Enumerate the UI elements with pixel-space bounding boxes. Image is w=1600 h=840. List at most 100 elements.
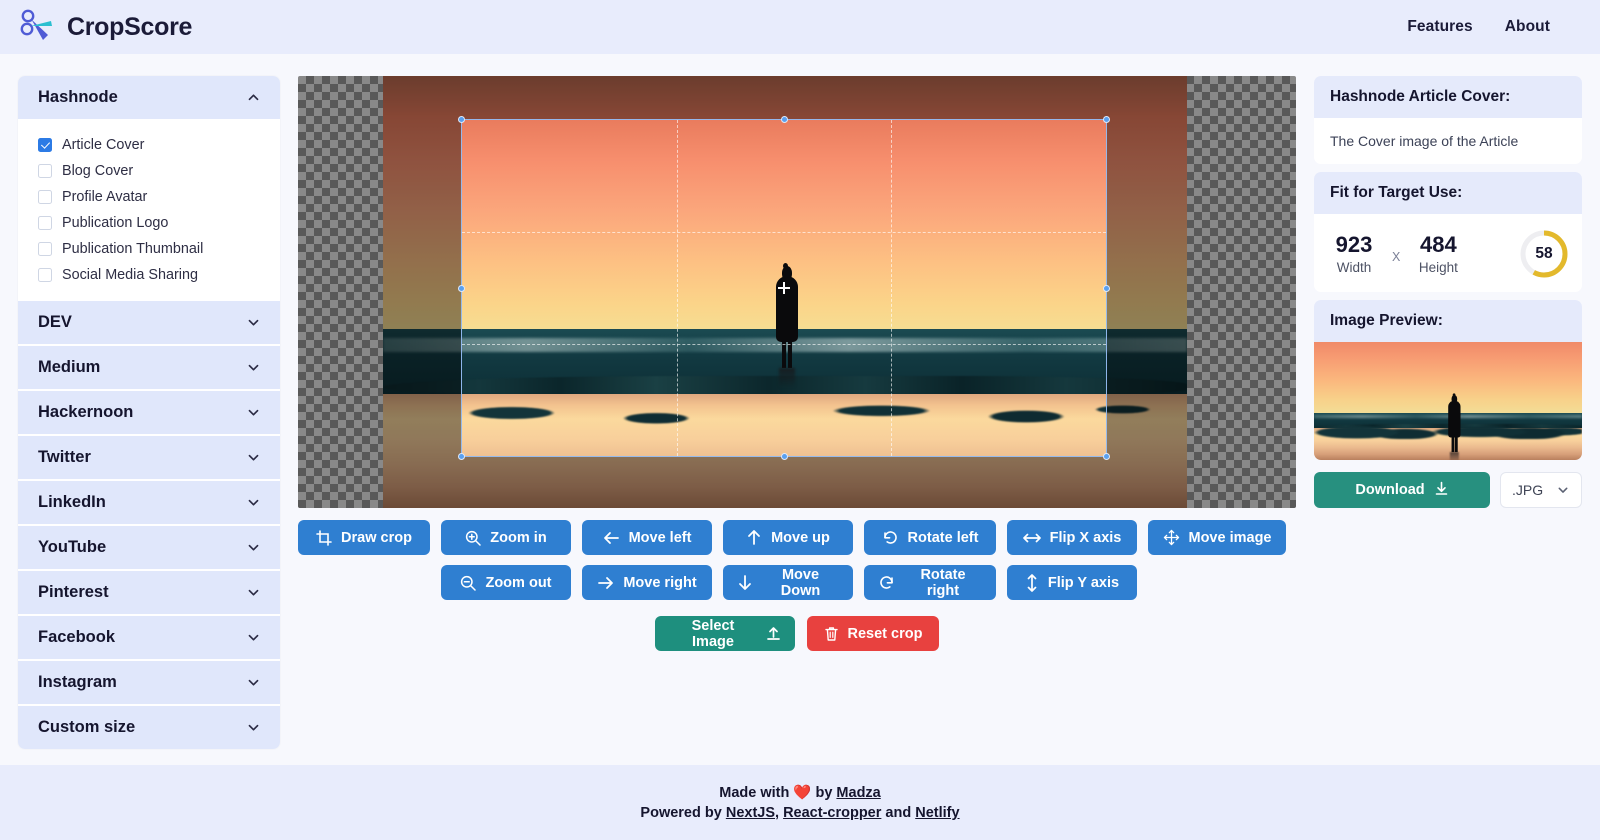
nav-link-features[interactable]: Features (1407, 18, 1472, 36)
sidebar-group-hackernoon[interactable]: Hackernoon (18, 391, 280, 436)
sidebar-group-label: Custom size (38, 718, 136, 736)
checkbox-social-media-sharing[interactable] (38, 268, 52, 282)
sidebar-option-blog-cover[interactable]: Blog Cover (18, 158, 280, 184)
button-label: Download (1355, 482, 1425, 498)
trash-icon (824, 626, 839, 642)
button-label: Move left (628, 529, 692, 546)
scissors-icon (18, 7, 56, 48)
platform-sidebar: Hashnode Article Cover Blog Cover Profil… (18, 76, 280, 749)
format-select[interactable]: .JPG (1500, 472, 1582, 508)
crop-handle-top-left[interactable] (458, 116, 465, 123)
sidebar-group-medium[interactable]: Medium (18, 346, 280, 391)
sidebar-group-youtube[interactable]: YouTube (18, 526, 280, 571)
zoom-in-button[interactable]: Zoom in (441, 520, 571, 555)
sidebar-group-dev[interactable]: DEV (18, 301, 280, 346)
fit-card: Fit for Target Use: 923 Width X 484 Heig… (1314, 172, 1582, 292)
crop-handle-top-right[interactable] (1103, 116, 1110, 123)
preview-title: Image Preview: (1314, 300, 1582, 342)
chevron-down-icon (247, 631, 260, 644)
zoom-out-icon (460, 575, 477, 591)
draw-crop-button[interactable]: Draw crop (298, 520, 430, 555)
chevron-down-icon (1557, 484, 1570, 497)
checkbox-blog-cover[interactable] (38, 164, 52, 178)
crop-handle-bottom-center[interactable] (780, 453, 788, 460)
footer-powered-line: Powered by NextJS, React-cropper and Net… (640, 805, 959, 821)
move-right-button[interactable]: Move right (582, 565, 712, 600)
sidebar-option-publication-thumbnail[interactable]: Publication Thumbnail (18, 236, 280, 262)
chevron-down-icon (247, 541, 260, 554)
checkbox-publication-thumbnail[interactable] (38, 242, 52, 256)
footer-sep-1: , (775, 805, 784, 821)
crop-handle-top-center[interactable] (780, 116, 788, 123)
crop-handle-middle-left[interactable] (458, 284, 465, 292)
target-card: Hashnode Article Cover: The Cover image … (1314, 76, 1582, 164)
sidebar-group-custom-size[interactable]: Custom size (18, 706, 280, 749)
fit-title: Fit for Target Use: (1314, 172, 1582, 214)
toolbar-row-2: Zoom out Move right Move Down Rotate rig… (298, 565, 1296, 600)
flip-vertical-icon (1025, 573, 1039, 592)
crop-center-crosshair-icon (778, 282, 790, 294)
sidebar-option-label: Article Cover (62, 137, 145, 153)
sidebar-group-pinterest[interactable]: Pinterest (18, 571, 280, 616)
footer-made-with: Made with (719, 785, 794, 801)
rotate-left-button[interactable]: Rotate left (864, 520, 996, 555)
preview-card: Image Preview: (1314, 300, 1582, 460)
rotate-right-button[interactable]: Rotate right (864, 565, 996, 600)
crop-handle-bottom-left[interactable] (458, 453, 465, 460)
brand-name: CropScore (67, 12, 193, 41)
toolbar-row-1: Draw crop Zoom in Move left Move up Rota… (298, 520, 1296, 555)
footer-react-cropper-link[interactable]: React-cropper (783, 805, 881, 821)
footer-netlify-link[interactable]: Netlify (915, 805, 959, 821)
sidebar-group-instagram[interactable]: Instagram (18, 661, 280, 706)
sidebar-option-article-cover[interactable]: Article Cover (18, 132, 280, 158)
checkbox-article-cover[interactable] (38, 138, 52, 152)
footer-powered-by: Powered by (640, 805, 726, 821)
button-label: Rotate left (907, 529, 979, 546)
crop-handle-middle-right[interactable] (1103, 284, 1110, 292)
sidebar-group-linkedin[interactable]: LinkedIn (18, 481, 280, 526)
move-left-button[interactable]: Move left (582, 520, 712, 555)
reset-crop-button[interactable]: Reset crop (807, 616, 939, 651)
zoom-out-button[interactable]: Zoom out (441, 565, 571, 600)
download-button[interactable]: Download (1314, 472, 1490, 508)
move-image-button[interactable]: Move image (1148, 520, 1286, 555)
footer-author-link[interactable]: Madza (836, 785, 880, 801)
crop-gridline (462, 231, 1106, 233)
checkbox-publication-logo[interactable] (38, 216, 52, 230)
sidebar-group-label: LinkedIn (38, 493, 106, 511)
upload-icon (766, 626, 781, 641)
sidebar-option-profile-avatar[interactable]: Profile Avatar (18, 184, 280, 210)
toolbar-spacer (298, 565, 430, 600)
sidebar-group-facebook[interactable]: Facebook (18, 616, 280, 661)
sidebar-option-label: Publication Logo (62, 215, 169, 231)
sidebar-group-label: Pinterest (38, 583, 109, 601)
button-label: Select Image (691, 617, 735, 650)
button-label: Move Down (780, 566, 821, 599)
sidebar-group-label: Twitter (38, 448, 91, 466)
fit-score-value: 58 (1535, 245, 1553, 262)
fit-score-gauge: 58 (1518, 228, 1570, 280)
flip-y-axis-button[interactable]: Flip Y axis (1007, 565, 1137, 600)
sidebar-group-label: Instagram (38, 673, 117, 691)
sidebar-group-hashnode-options: Article Cover Blog Cover Profile Avatar … (18, 121, 280, 301)
sidebar-option-label: Publication Thumbnail (62, 241, 204, 257)
brand-logo[interactable]: CropScore (18, 7, 192, 48)
nav-link-about[interactable]: About (1505, 18, 1550, 36)
flip-x-axis-button[interactable]: Flip X axis (1007, 520, 1137, 555)
checkbox-profile-avatar[interactable] (38, 190, 52, 204)
select-image-button[interactable]: Select Image (655, 616, 795, 651)
chevron-down-icon (247, 451, 260, 464)
arrow-right-icon (597, 575, 614, 591)
cropper-canvas[interactable] (298, 76, 1296, 508)
footer-by: by (811, 785, 837, 801)
footer-nextjs-link[interactable]: NextJS (726, 805, 775, 821)
sidebar-option-social-media-sharing[interactable]: Social Media Sharing (18, 262, 280, 288)
move-down-button[interactable]: Move Down (723, 565, 853, 600)
move-up-button[interactable]: Move up (723, 520, 853, 555)
sidebar-group-hashnode[interactable]: Hashnode (18, 76, 280, 121)
crop-selection-box[interactable] (458, 116, 1110, 460)
sidebar-option-publication-logo[interactable]: Publication Logo (18, 210, 280, 236)
crop-handle-bottom-right[interactable] (1103, 453, 1110, 460)
rotate-left-icon (882, 529, 899, 546)
sidebar-group-twitter[interactable]: Twitter (18, 436, 280, 481)
